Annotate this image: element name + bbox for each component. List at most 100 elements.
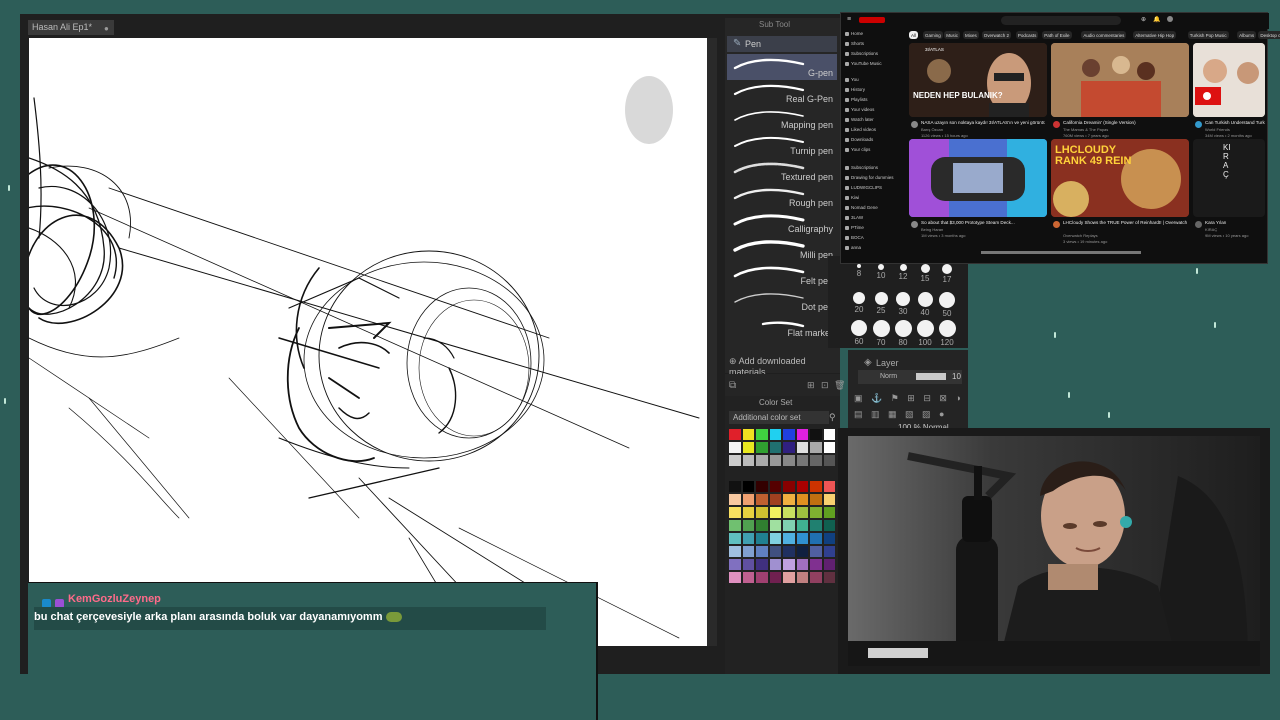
color-swatch[interactable] bbox=[768, 545, 782, 558]
brush-size-option[interactable]: 120 bbox=[936, 320, 958, 347]
color-swatch[interactable] bbox=[809, 532, 823, 545]
sidebar-item-home[interactable]: Home bbox=[851, 31, 863, 36]
sidebar-item-anna[interactable]: anna bbox=[851, 245, 861, 250]
color-swatch[interactable] bbox=[755, 558, 769, 571]
color-swatch[interactable] bbox=[822, 493, 836, 506]
chip-turkish-pop-music[interactable]: Turkish Pop Music bbox=[1187, 31, 1229, 39]
create-icon[interactable]: ⊕ bbox=[1141, 16, 1146, 23]
brush-size-option[interactable]: 20 bbox=[848, 292, 870, 314]
sidebar-item-youtube-music[interactable]: YouTube Music bbox=[851, 61, 882, 66]
color-swatch[interactable] bbox=[728, 428, 742, 441]
color-swatch[interactable] bbox=[782, 428, 796, 441]
color-swatch[interactable] bbox=[768, 519, 782, 532]
video-title[interactable]: So about that $3,000 Prototype Steam Dec… bbox=[921, 220, 1045, 225]
video-channel[interactable]: Overwatch Replays bbox=[1063, 233, 1187, 238]
brush-size-option[interactable]: 12 bbox=[892, 264, 914, 281]
color-swatch[interactable] bbox=[741, 441, 755, 454]
color-swatch[interactable] bbox=[755, 441, 769, 454]
copy-icon[interactable]: ⧉ bbox=[729, 380, 736, 391]
canvas-scrollbar[interactable] bbox=[707, 38, 717, 646]
opacity-slider[interactable] bbox=[916, 373, 946, 380]
sidebar-item-history[interactable]: History bbox=[851, 87, 865, 92]
channel-avatar[interactable] bbox=[911, 221, 918, 228]
sidebar-item-downloads[interactable]: Downloads bbox=[851, 137, 873, 142]
video-channel[interactable]: Barış Özcan bbox=[921, 127, 1045, 132]
color-swatch[interactable] bbox=[795, 545, 809, 558]
color-swatch[interactable] bbox=[795, 441, 809, 454]
sidebar-item-drawing-for-dummies[interactable]: Drawing for dummies bbox=[851, 175, 894, 180]
sidebar-item-watch-later[interactable]: Watch later bbox=[851, 117, 874, 122]
color-swatch[interactable] bbox=[809, 454, 823, 467]
channel-avatar[interactable] bbox=[911, 121, 918, 128]
brush-item-real-g-pen[interactable]: Real G-Pen bbox=[727, 80, 837, 106]
brush-item-rough-pen[interactable]: Rough pen bbox=[727, 184, 837, 210]
sidebar-item-ptime[interactable]: PTime bbox=[851, 225, 864, 230]
color-swatch[interactable] bbox=[795, 519, 809, 532]
brush-item-textured-pen[interactable]: Textured pen bbox=[727, 158, 837, 184]
sidebar-item-shorts[interactable]: Shorts bbox=[851, 41, 864, 46]
brush-size-option[interactable]: 25 bbox=[870, 292, 892, 315]
brush-size-option[interactable]: 70 bbox=[870, 320, 892, 347]
color-swatch[interactable] bbox=[755, 480, 769, 493]
color-set-dropdown[interactable]: Additional color set bbox=[729, 411, 829, 424]
color-swatch[interactable] bbox=[728, 545, 742, 558]
color-swatch[interactable] bbox=[822, 545, 836, 558]
brush-size-option[interactable]: 30 bbox=[892, 292, 914, 316]
color-swatch[interactable] bbox=[782, 467, 796, 480]
color-swatch[interactable] bbox=[728, 480, 742, 493]
youtube-logo[interactable] bbox=[859, 17, 885, 23]
color-swatch[interactable] bbox=[809, 506, 823, 519]
color-swatch[interactable] bbox=[822, 506, 836, 519]
trash-icon[interactable]: 🗑 bbox=[834, 380, 845, 391]
chip-desktop-computers[interactable]: Desktop computers bbox=[1258, 31, 1280, 39]
color-swatch[interactable] bbox=[755, 454, 769, 467]
color-swatch[interactable] bbox=[782, 454, 796, 467]
chip-podcasts[interactable]: Podcasts bbox=[1015, 31, 1039, 39]
sidebar-item-subscriptions[interactable]: Subscriptions bbox=[851, 51, 878, 56]
video-title[interactable]: LHCloudy Shows the TRUE Power of Reinhar… bbox=[1063, 220, 1187, 225]
layer-tools-icon[interactable]: ▣ ⚓ ⚑ ⊞ ⊟ ⊠ ◑ bbox=[854, 393, 964, 403]
brush-size-option[interactable]: 100 bbox=[914, 320, 936, 347]
brush-item-milli-pen[interactable]: Milli pen bbox=[727, 236, 837, 262]
eyedropper-icon[interactable]: ⚲ bbox=[829, 412, 836, 423]
color-swatch[interactable] bbox=[728, 454, 742, 467]
color-swatch[interactable] bbox=[728, 532, 742, 545]
brush-item-calligraphy[interactable]: Calligraphy bbox=[727, 210, 837, 236]
chip-mixes[interactable]: Mixes bbox=[963, 31, 979, 39]
drawing-canvas[interactable] bbox=[29, 38, 707, 646]
brush-item-dot-pen[interactable]: Dot pen bbox=[727, 288, 837, 314]
color-swatch[interactable] bbox=[809, 545, 823, 558]
channel-avatar[interactable] bbox=[1053, 221, 1060, 228]
sidebar-item-subscriptions[interactable]: Subscriptions bbox=[851, 165, 878, 170]
color-swatch[interactable] bbox=[728, 506, 742, 519]
color-swatch[interactable] bbox=[741, 558, 755, 571]
sidebar-item-3law[interactable]: 3LAW bbox=[851, 215, 863, 220]
sidebar-item-liked-videos[interactable]: Liked videos bbox=[851, 127, 876, 132]
color-swatch[interactable] bbox=[809, 519, 823, 532]
color-swatch[interactable] bbox=[741, 428, 755, 441]
color-swatch[interactable] bbox=[755, 532, 769, 545]
tab-close-icon[interactable]: ● bbox=[104, 24, 109, 33]
color-swatch[interactable] bbox=[755, 571, 769, 584]
color-swatch[interactable] bbox=[809, 467, 823, 480]
color-swatch[interactable] bbox=[822, 441, 836, 454]
color-swatch[interactable] bbox=[822, 532, 836, 545]
color-swatch[interactable] bbox=[795, 532, 809, 545]
color-swatch[interactable] bbox=[755, 519, 769, 532]
channel-avatar[interactable] bbox=[1195, 121, 1202, 128]
video-thumbnail-1[interactable]: NEDEN HEP BULANIK? 3I/ATLAS bbox=[909, 43, 1047, 117]
color-swatch[interactable] bbox=[782, 571, 796, 584]
color-swatch[interactable] bbox=[768, 558, 782, 571]
chip-gaming[interactable]: Gaming bbox=[923, 31, 943, 39]
video-thumbnail-4[interactable] bbox=[909, 139, 1047, 217]
color-swatch[interactable] bbox=[741, 519, 755, 532]
color-swatch[interactable] bbox=[822, 558, 836, 571]
brush-item-turnip-pen[interactable]: Turnip pen bbox=[727, 132, 837, 158]
chip-albums[interactable]: Albums bbox=[1237, 31, 1257, 39]
color-swatch[interactable] bbox=[768, 571, 782, 584]
brush-item-felt-pen[interactable]: Felt pen bbox=[727, 262, 837, 288]
color-swatch[interactable] bbox=[768, 454, 782, 467]
sidebar-item-ludwigclips[interactable]: LUDWIGCLIPS bbox=[851, 185, 882, 190]
color-swatch[interactable] bbox=[795, 428, 809, 441]
color-swatch[interactable] bbox=[795, 558, 809, 571]
